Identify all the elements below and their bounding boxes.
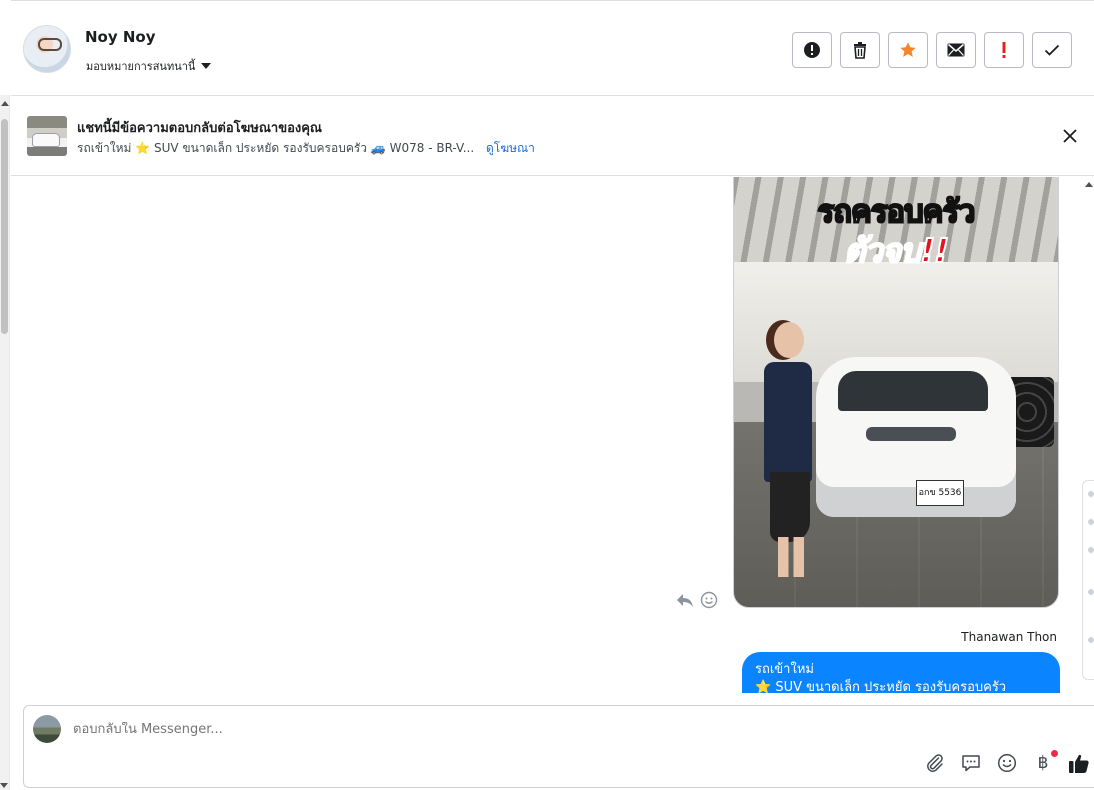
- delete-button[interactable]: [840, 32, 880, 68]
- ad-banner-title: แชทนี้มีข้อความตอบกลับต่อโฆษณาของคุณ: [77, 121, 322, 136]
- message-thread[interactable]: อกข 5536 รถครอบครัว ตัวจบ!! Thanawan Tho…: [11, 177, 1082, 693]
- star-icon: [900, 42, 916, 57]
- message-sender-name: Thanawan Thon: [961, 630, 1057, 644]
- scrollbar-thumb[interactable]: [1, 119, 8, 334]
- payment-button[interactable]: ฿: [1032, 750, 1058, 774]
- view-ad-link[interactable]: ดูโฆษณา: [486, 141, 535, 155]
- right-edge-panel: [1082, 177, 1094, 707]
- caret-down-icon: [201, 63, 212, 69]
- ad-banner-subtitle: รถเข้าใหม่ ⭐ SUV ขนาดเล็ก ประหยัด รองรับ…: [77, 139, 535, 158]
- notification-dot: [1051, 750, 1058, 757]
- message-tools: [676, 591, 718, 609]
- mark-unread-button[interactable]: [936, 32, 976, 68]
- ad-reply-banner: แชทนี้มีข้อความตอบกลับต่อโฆษณาของคุณ รถเ…: [11, 97, 1094, 176]
- message-composer: ฿: [23, 705, 1094, 788]
- thumbs-up-icon: [1069, 754, 1089, 773]
- baht-icon: ฿: [1037, 753, 1049, 773]
- assign-conversation-dropdown[interactable]: มอบหมายการสนทนานี้: [86, 57, 212, 75]
- scroll-up-arrow-icon[interactable]: [1, 101, 9, 106]
- close-banner-button[interactable]: [1062, 128, 1078, 144]
- bubble-line-1: รถเข้าใหม่: [755, 662, 814, 677]
- paperclip-icon: [927, 754, 943, 772]
- react-emoji-icon[interactable]: [700, 591, 718, 609]
- assign-conversation-label: มอบหมายการสนทนานี้: [86, 60, 196, 73]
- image-promo-line2: ตัวจบ!!: [843, 230, 950, 271]
- page-avatar: [33, 715, 61, 743]
- ad-thumbnail[interactable]: [27, 116, 67, 156]
- composer-toolbar: ฿: [924, 750, 1090, 774]
- collapsed-side-panel[interactable]: [1082, 480, 1094, 680]
- attach-button[interactable]: [924, 752, 946, 774]
- mark-done-button[interactable]: [1032, 32, 1072, 68]
- reply-icon[interactable]: [676, 592, 694, 608]
- conversation-header: Noy Noy มอบหมายการสนทนานี้: [11, 0, 1094, 96]
- saved-replies-button[interactable]: [960, 752, 982, 774]
- trash-icon: [854, 42, 866, 59]
- inbox-conversation-view: Noy Noy มอบหมายการสนทนานี้ แชทนี้มีข้อคว…: [0, 0, 1094, 790]
- close-icon: [1063, 129, 1077, 143]
- image-person: [756, 322, 816, 577]
- like-button[interactable]: [1068, 752, 1090, 774]
- star-button[interactable]: [888, 32, 928, 68]
- outgoing-message-bubble[interactable]: รถเข้าใหม่ ⭐ SUV ขนาดเล็ก ประหยัด รองรับ…: [742, 652, 1060, 693]
- contact-name[interactable]: Noy Noy: [85, 28, 156, 46]
- alert-circle-icon: [804, 42, 820, 58]
- scroll-down-arrow-icon[interactable]: [0, 783, 8, 788]
- ad-description: รถเข้าใหม่ ⭐ SUV ขนาดเล็ก ประหยัด รองรับ…: [77, 141, 475, 155]
- ad-image-message[interactable]: อกข 5536 รถครอบครัว ตัวจบ!!: [733, 177, 1059, 608]
- report-spam-button[interactable]: [792, 32, 832, 68]
- bubble-line-2: ⭐ SUV ขนาดเล็ก ประหยัด รองรับครอบครัว: [755, 680, 1007, 693]
- left-scrollbar[interactable]: [0, 95, 10, 790]
- envelope-icon: [947, 43, 965, 57]
- header-action-bar: [792, 32, 1072, 68]
- reply-input[interactable]: [73, 722, 673, 737]
- important-button[interactable]: [984, 32, 1024, 68]
- check-icon: [1044, 44, 1060, 56]
- contact-avatar[interactable]: [23, 25, 71, 73]
- scroll-up-arrow-icon[interactable]: [1085, 182, 1093, 187]
- image-license-plate: อกข 5536: [916, 480, 964, 506]
- saved-reply-icon: [962, 755, 980, 772]
- emoji-button[interactable]: [996, 752, 1018, 774]
- emoji-icon: [997, 753, 1017, 773]
- exclamation-icon: [1002, 42, 1006, 58]
